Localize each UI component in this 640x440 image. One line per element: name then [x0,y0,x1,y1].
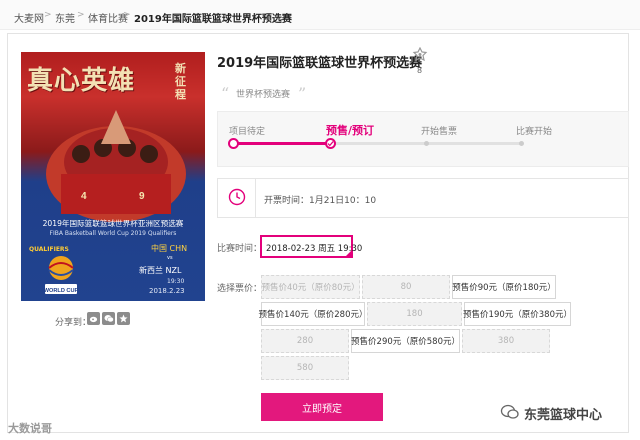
favorite-count: 8 [417,66,423,75]
step-pending: 项目待定 [229,127,266,137]
breadcrumb-item-city[interactable]: 东莞 [55,10,75,25]
breadcrumb-separator: > [77,10,85,20]
svg-text:9: 9 [139,191,145,202]
sale-progress [217,111,629,167]
price-option: 80 [362,275,450,299]
step-dot-match-start [519,141,524,146]
poster-qualifiers-label: QUALIFIERS [29,246,69,253]
step-dot-on-sale [424,141,429,146]
book-now-button[interactable]: 立即预定 [261,393,383,421]
price-option[interactable]: 预售价290元（原价580元） [351,329,460,353]
event-subtitle: 世界杯预选赛 [236,90,291,100]
wechat-account-icon [500,404,519,419]
step-dot-current [325,138,336,149]
price-option[interactable]: 预售价140元（原价280元） [259,302,367,326]
poster-team-home: 中国 CHN [151,244,188,253]
breadcrumb-item-category[interactable]: 体育比赛 [88,10,128,25]
price-option: 预售价40元（原价80元） [261,275,360,299]
wechat-share-button[interactable] [102,312,115,325]
selected-corner-icon [345,250,352,257]
qzone-icon [119,314,128,323]
breadcrumb-item-current: 2019年国际篮联篮球世界杯预选赛 [134,14,292,25]
price-option: 180 [367,302,462,326]
breadcrumb-separator: > [123,10,131,20]
step-on-sale: 开始售票 [421,127,458,137]
open-time-text: 开票时间：1月21日10：10 [264,196,377,206]
qzone-share-button[interactable] [117,312,130,325]
quote-close-icon: ” [298,84,307,103]
players-illustration: 4 9 [46,110,186,222]
poster-team-away: 新西兰 NZL [139,266,182,275]
breadcrumb: 大麦网 > 东莞 > 体育比赛 > 2019年国际篮联篮球世界杯预选赛 [0,0,640,30]
weibo-icon [89,316,98,323]
breadcrumb-separator: > [44,10,52,20]
event-poster: 真心英雄 新征程 4 9 2019年国际篮联篮球世界杯亚洲区预选赛 FIBA B… [21,52,205,301]
check-icon [327,141,334,147]
weibo-share-button[interactable] [87,312,100,325]
price-option[interactable]: 预售价190元（原价380元） [463,302,572,326]
step-match-start: 比赛开始 [516,127,553,137]
step-presale: 预售/预订 [326,124,375,137]
event-title: 2019年国际篮联篮球世界杯预选赛 [217,56,423,71]
poster-title-en: FIBA Basketball World Cup 2019 Qualifier… [49,230,177,237]
quote-open-icon: “ [221,84,230,103]
progress-track-done [233,142,331,145]
share-label: 分享到： [55,318,92,328]
breadcrumb-item-home[interactable]: 大麦网 [14,10,44,25]
price-option: 280 [261,329,349,353]
step-dot-pending [228,138,239,149]
poster-subhead: 新征程 [175,62,186,101]
price-option[interactable]: 预售价90元（原价180元） [452,275,556,299]
svg-text:4: 4 [81,191,87,202]
match-time-label: 比赛时间： [217,244,263,254]
watermark-left: 大数说哥 [8,422,52,435]
price-option: 380 [462,329,550,353]
price-label: 选择票价： [217,284,263,294]
poster-headline: 真心英雄 [27,66,136,96]
poster-vs: vs [167,255,173,261]
wechat-icon [104,315,114,323]
favorite-icon[interactable] [412,47,428,63]
poster-title: 2019年国际篮联篮球世界杯亚洲区预选赛 [42,219,184,228]
clock-icon [228,188,246,206]
fiba-world-cup-logo-icon: WORLD CUP [44,256,79,294]
match-date-option[interactable]: 2018-02-23 周五 19:30 [260,235,362,258]
price-option: 580 [261,356,349,380]
poster-time: 19:30 [167,278,185,285]
poster-date: 2018.2.23 [149,287,185,295]
poster-logo-text: WORLD CUP [44,288,79,294]
watermark-right: 东莞篮球中心 [524,408,603,423]
